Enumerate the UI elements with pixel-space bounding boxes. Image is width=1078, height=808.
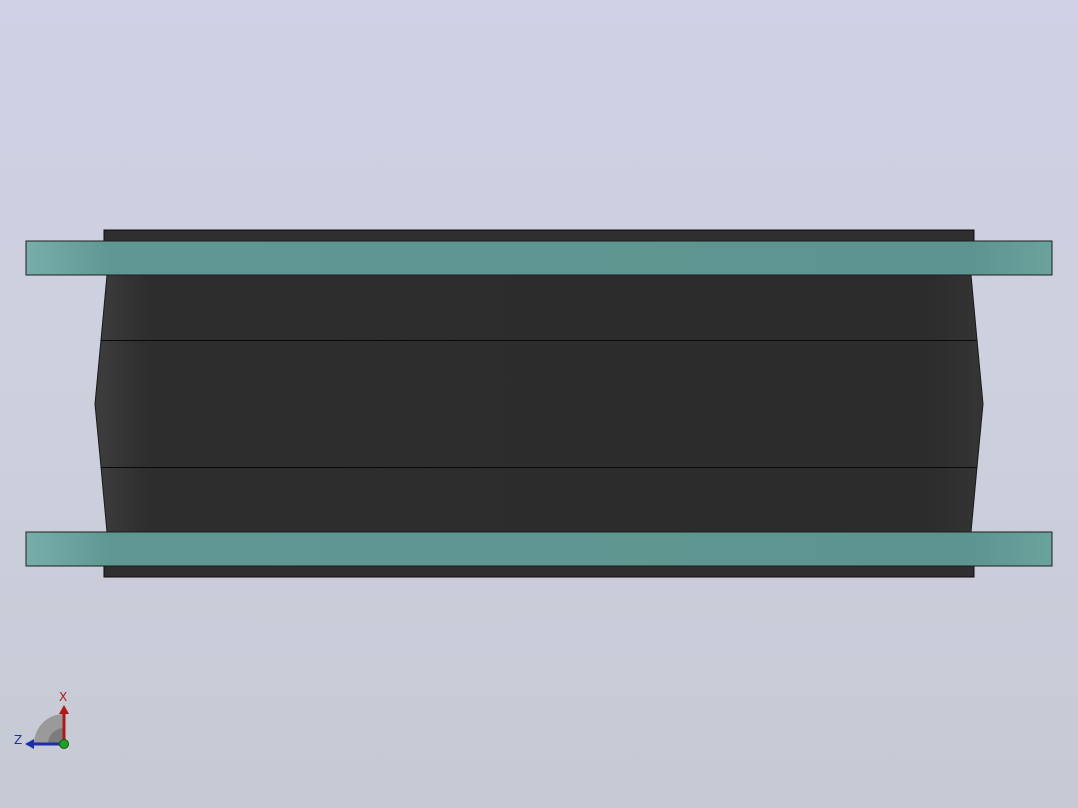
model-scene[interactable]	[0, 0, 1078, 808]
z-axis-arrowhead	[25, 739, 34, 749]
top-backing-plate[interactable]	[103, 229, 975, 243]
graphics-viewport[interactable]: X Z	[0, 0, 1078, 808]
top-flange[interactable]	[25, 240, 1053, 276]
x-axis-label: X	[59, 690, 67, 704]
orientation-triad[interactable]: X Z	[10, 686, 80, 756]
bottom-flange[interactable]	[25, 531, 1053, 567]
bottom-backing-plate[interactable]	[103, 564, 975, 578]
y-axis-dot	[59, 739, 69, 749]
rubber-bellows-body[interactable]	[94, 274, 984, 533]
z-axis-label: Z	[14, 733, 22, 747]
x-axis-arrowhead	[59, 705, 69, 714]
